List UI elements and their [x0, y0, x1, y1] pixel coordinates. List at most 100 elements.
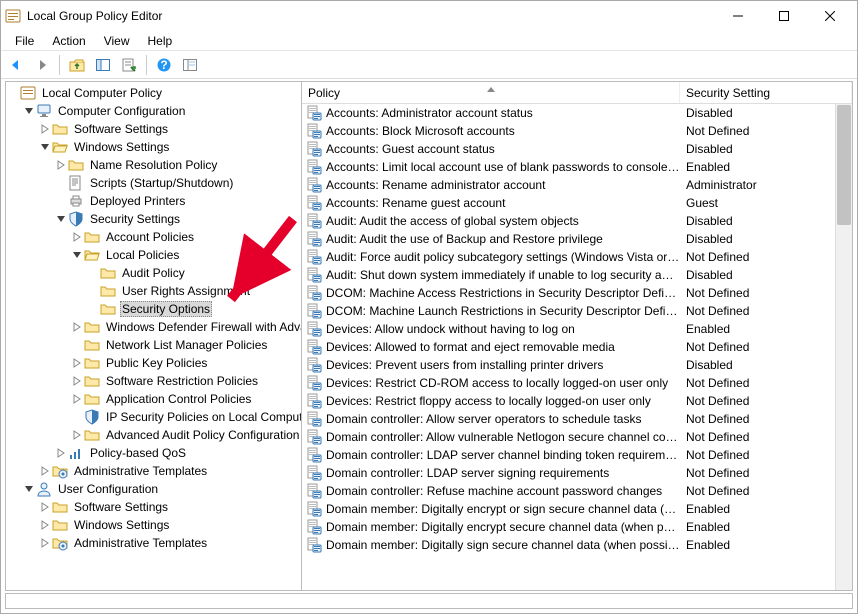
column-policy[interactable]: Policy: [302, 82, 680, 103]
tree-item-user-windows-settings[interactable]: Windows Settings: [6, 516, 301, 534]
show-hide-tree-button[interactable]: [92, 54, 114, 76]
tree-item-scripts[interactable]: Scripts (Startup/Shutdown): [6, 174, 301, 192]
tree-item-software-settings[interactable]: Software Settings: [6, 120, 301, 138]
twisty-icon[interactable]: [54, 445, 68, 461]
tree-item-application-control-policies[interactable]: Application Control Policies: [6, 390, 301, 408]
twisty-icon[interactable]: [70, 409, 84, 425]
policy-row[interactable]: Devices: Restrict CD-ROM access to local…: [302, 374, 835, 392]
twisty-icon[interactable]: [70, 373, 84, 389]
policy-name: Accounts: Administrator account status: [326, 106, 680, 120]
tree-item-local-policies[interactable]: Local Policies: [6, 246, 301, 264]
policy-row[interactable]: Domain member: Digitally encrypt or sign…: [302, 500, 835, 518]
tree-item-user-administrative-templates[interactable]: Administrative Templates: [6, 534, 301, 552]
forward-button[interactable]: [31, 54, 53, 76]
tree-item-advanced-audit-policy[interactable]: Advanced Audit Policy Configuration: [6, 426, 301, 444]
tree-item-user-configuration[interactable]: User Configuration: [6, 480, 301, 498]
tree-item-security-settings[interactable]: Security Settings: [6, 210, 301, 228]
policy-row[interactable]: Domain controller: LDAP server signing r…: [302, 464, 835, 482]
twisty-icon[interactable]: [70, 427, 84, 443]
tree-item-computer-configuration[interactable]: Computer Configuration: [6, 102, 301, 120]
tree-item-network-list-manager[interactable]: Network List Manager Policies: [6, 336, 301, 354]
twisty-icon[interactable]: [54, 175, 68, 191]
tree-item-deployed-printers[interactable]: Deployed Printers: [6, 192, 301, 210]
twisty-icon[interactable]: [86, 265, 100, 281]
policy-setting: Disabled: [680, 106, 835, 120]
twisty-icon[interactable]: [70, 391, 84, 407]
help-button[interactable]: ?: [153, 54, 175, 76]
twisty-icon[interactable]: [22, 103, 36, 119]
up-button[interactable]: [66, 54, 88, 76]
policy-row[interactable]: Domain controller: Allow vulnerable Netl…: [302, 428, 835, 446]
policy-row[interactable]: Devices: Restrict floppy access to local…: [302, 392, 835, 410]
policy-row[interactable]: Devices: Allow undock without having to …: [302, 320, 835, 338]
twisty-icon[interactable]: [70, 229, 84, 245]
policy-row[interactable]: Domain controller: LDAP server channel b…: [302, 446, 835, 464]
policy-row[interactable]: Domain member: Digitally sign secure cha…: [302, 536, 835, 554]
policy-name: Devices: Restrict CD-ROM access to local…: [326, 376, 680, 390]
policy-row[interactable]: Domain controller: Refuse machine accoun…: [302, 482, 835, 500]
tree-item-user-software-settings[interactable]: Software Settings: [6, 498, 301, 516]
policy-row[interactable]: Accounts: Administrator account statusDi…: [302, 104, 835, 122]
back-button[interactable]: [5, 54, 27, 76]
policy-row[interactable]: Audit: Audit the use of Backup and Resto…: [302, 230, 835, 248]
twisty-icon[interactable]: [70, 355, 84, 371]
tree-item-policy-based-qos[interactable]: Policy-based QoS: [6, 444, 301, 462]
tree-item-security-options[interactable]: Security Options: [6, 300, 301, 318]
twisty-icon[interactable]: [70, 319, 84, 335]
menu-view[interactable]: View: [96, 33, 138, 49]
tree-item-name-resolution-policy[interactable]: Name Resolution Policy: [6, 156, 301, 174]
twisty-icon[interactable]: [38, 121, 52, 137]
twisty-icon[interactable]: [38, 139, 52, 155]
tree-item-administrative-templates[interactable]: Administrative Templates: [6, 462, 301, 480]
policy-row[interactable]: Domain controller: Allow server operator…: [302, 410, 835, 428]
menu-action[interactable]: Action: [44, 33, 93, 49]
properties-button[interactable]: [118, 54, 140, 76]
policy-icon: [306, 285, 322, 301]
twisty-icon[interactable]: [38, 535, 52, 551]
tree-pane: Local Computer PolicyComputer Configurat…: [6, 82, 302, 590]
menu-file[interactable]: File: [7, 33, 42, 49]
minimize-button[interactable]: [715, 1, 761, 31]
twisty-icon[interactable]: [38, 517, 52, 533]
twisty-icon[interactable]: [70, 337, 84, 353]
policy-row[interactable]: DCOM: Machine Access Restrictions in Sec…: [302, 284, 835, 302]
policy-row[interactable]: Audit: Audit the access of global system…: [302, 212, 835, 230]
policy-row[interactable]: Accounts: Limit local account use of bla…: [302, 158, 835, 176]
twisty-icon[interactable]: [54, 157, 68, 173]
policy-row[interactable]: Accounts: Block Microsoft accountsNot De…: [302, 122, 835, 140]
policy-row[interactable]: Devices: Allowed to format and eject rem…: [302, 338, 835, 356]
twisty-icon[interactable]: [22, 481, 36, 497]
filter-button[interactable]: [179, 54, 201, 76]
twisty-icon[interactable]: [86, 283, 100, 299]
policy-row[interactable]: Domain member: Digitally encrypt secure …: [302, 518, 835, 536]
tree-item-windows-defender-firewall[interactable]: Windows Defender Firewall with Advanced …: [6, 318, 301, 336]
tree-item-ip-security-policies[interactable]: IP Security Policies on Local Computer: [6, 408, 301, 426]
menu-help[interactable]: Help: [140, 33, 181, 49]
vertical-scrollbar[interactable]: [835, 104, 852, 590]
twisty-icon[interactable]: [86, 301, 100, 317]
tree-item-audit-policy[interactable]: Audit Policy: [6, 264, 301, 282]
tree-item-account-policies[interactable]: Account Policies: [6, 228, 301, 246]
tree-item-public-key-policies[interactable]: Public Key Policies: [6, 354, 301, 372]
policy-row[interactable]: Accounts: Rename guest accountGuest: [302, 194, 835, 212]
policy-row[interactable]: Audit: Shut down system immediately if u…: [302, 266, 835, 284]
twisty-icon[interactable]: [54, 193, 68, 209]
twisty-icon[interactable]: [38, 463, 52, 479]
policy-row[interactable]: Devices: Prevent users from installing p…: [302, 356, 835, 374]
policy-row[interactable]: Accounts: Rename administrator accountAd…: [302, 176, 835, 194]
tree-item-user-rights-assignment[interactable]: User Rights Assignment: [6, 282, 301, 300]
twisty-icon[interactable]: [54, 211, 68, 227]
tree-item-software-restriction-policies[interactable]: Software Restriction Policies: [6, 372, 301, 390]
twisty-icon[interactable]: [6, 85, 20, 101]
tree-item-root[interactable]: Local Computer Policy: [6, 84, 301, 102]
tree-item-windows-settings[interactable]: Windows Settings: [6, 138, 301, 156]
twisty-icon[interactable]: [70, 247, 84, 263]
policy-row[interactable]: DCOM: Machine Launch Restrictions in Sec…: [302, 302, 835, 320]
column-security[interactable]: Security Setting: [680, 82, 852, 103]
policy-row[interactable]: Accounts: Guest account statusDisabled: [302, 140, 835, 158]
close-button[interactable]: [807, 1, 853, 31]
policy-row[interactable]: Audit: Force audit policy subcategory se…: [302, 248, 835, 266]
maximize-button[interactable]: [761, 1, 807, 31]
twisty-icon[interactable]: [38, 499, 52, 515]
policy-icon: [306, 537, 322, 553]
